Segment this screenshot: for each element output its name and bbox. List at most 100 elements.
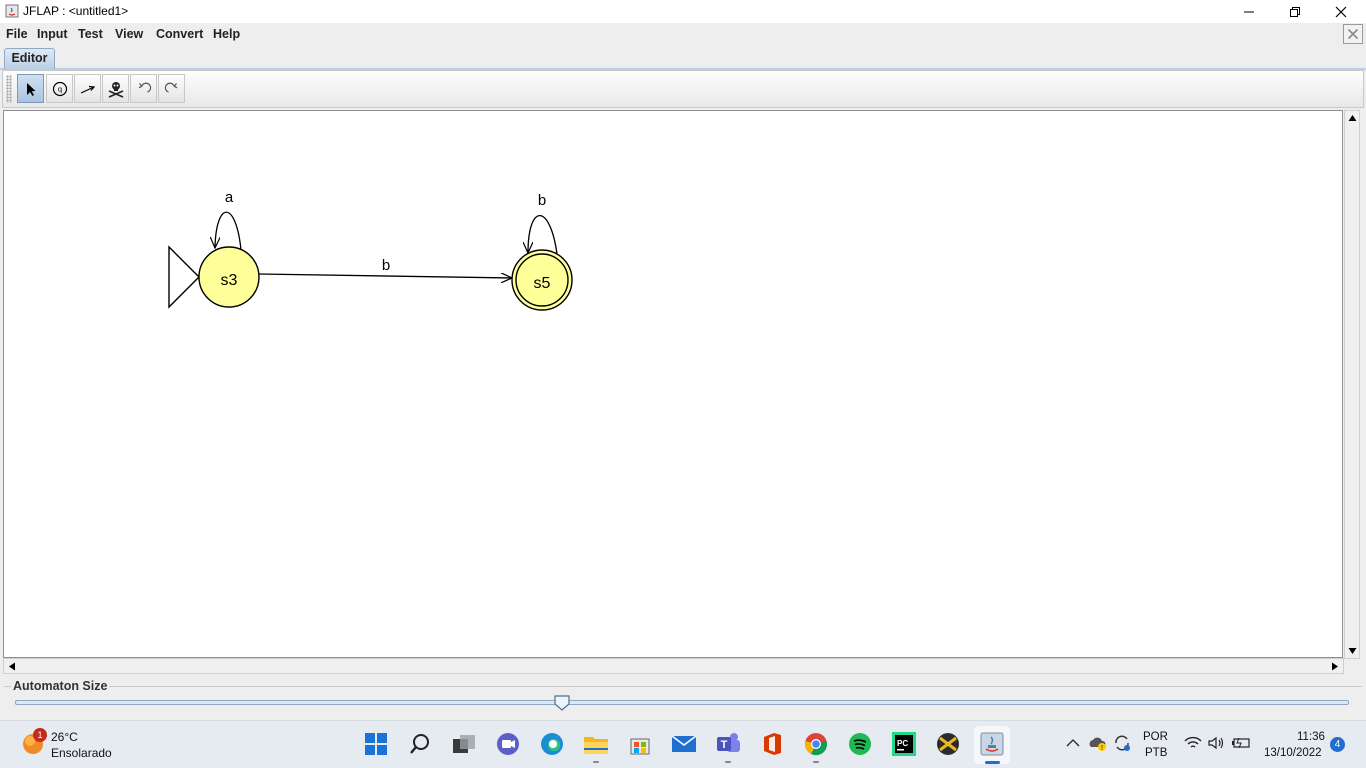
volume-icon[interactable] bbox=[1207, 736, 1225, 750]
state-s5[interactable]: s5 bbox=[511, 249, 573, 311]
spotify-icon bbox=[849, 733, 871, 755]
game-icon bbox=[937, 733, 959, 755]
svg-text:!: ! bbox=[1101, 745, 1103, 752]
edge-icon bbox=[541, 733, 563, 755]
state-s3[interactable]: s3 bbox=[198, 246, 260, 308]
minimize-icon bbox=[1244, 11, 1254, 12]
scroll-down-icon[interactable] bbox=[1348, 647, 1357, 655]
store-button[interactable] bbox=[627, 731, 653, 757]
automaton-size-label: Automaton Size bbox=[11, 679, 110, 693]
game-button[interactable] bbox=[935, 731, 961, 757]
task-view-icon bbox=[453, 735, 475, 753]
menu-file[interactable]: File bbox=[6, 27, 28, 41]
automaton-size-slider[interactable] bbox=[15, 700, 1349, 705]
weather-desc[interactable]: Ensolarado bbox=[51, 746, 112, 760]
keyboard-layout[interactable]: PTB bbox=[1145, 747, 1167, 759]
start-button[interactable] bbox=[363, 731, 389, 757]
chrome-button[interactable] bbox=[803, 731, 829, 757]
redo-icon bbox=[164, 82, 177, 93]
weather-badge: 1 bbox=[33, 728, 47, 742]
vertical-scrollbar[interactable] bbox=[1344, 110, 1360, 659]
state-creator-tool[interactable]: q bbox=[46, 74, 73, 103]
pycharm-icon: PC bbox=[892, 732, 916, 756]
onedrive-warning-icon[interactable]: ! bbox=[1088, 734, 1108, 752]
running-indicator bbox=[813, 761, 819, 763]
menu-input[interactable]: Input bbox=[37, 27, 68, 41]
skull-crossbones-icon bbox=[108, 81, 123, 98]
java-icon bbox=[980, 732, 1004, 756]
menu-help[interactable]: Help bbox=[213, 27, 240, 41]
svg-text:q: q bbox=[57, 85, 61, 93]
chevron-up-icon[interactable] bbox=[1066, 737, 1080, 749]
mail-button[interactable] bbox=[671, 731, 697, 757]
deleter-tool[interactable] bbox=[102, 74, 129, 103]
active-app-indicator bbox=[985, 761, 1000, 764]
search-button[interactable] bbox=[407, 731, 433, 757]
state-circle-icon: q bbox=[52, 81, 67, 96]
running-indicator bbox=[593, 761, 599, 763]
wifi-icon[interactable] bbox=[1184, 736, 1202, 750]
svg-text:T: T bbox=[721, 739, 728, 751]
redo-tool[interactable] bbox=[158, 74, 185, 103]
teams-icon: T bbox=[717, 733, 740, 752]
transition-label-a: a bbox=[225, 189, 234, 206]
office-button[interactable] bbox=[759, 731, 785, 757]
office-icon bbox=[764, 733, 781, 755]
store-icon bbox=[630, 738, 650, 755]
toolbar-grip[interactable] bbox=[6, 75, 12, 103]
clock-time[interactable]: 11:36 bbox=[1297, 731, 1325, 743]
edge-button[interactable] bbox=[539, 731, 565, 757]
clock-date[interactable]: 13/10/2022 bbox=[1264, 747, 1322, 759]
file-explorer-button[interactable] bbox=[583, 731, 609, 757]
start-icon bbox=[365, 733, 387, 755]
teams-button[interactable]: T bbox=[715, 731, 741, 757]
slider-thumb[interactable] bbox=[554, 695, 570, 711]
transition-label-b-loop: b bbox=[538, 192, 546, 209]
java-button[interactable] bbox=[979, 731, 1005, 757]
transition-s5-s5[interactable]: b bbox=[528, 192, 558, 255]
restore-button[interactable] bbox=[1272, 0, 1318, 23]
menu-test[interactable]: Test bbox=[78, 27, 103, 41]
notification-badge[interactable]: 4 bbox=[1330, 737, 1345, 752]
file-explorer-icon bbox=[584, 737, 608, 754]
horizontal-scrollbar[interactable] bbox=[3, 658, 1344, 674]
state-label-s5: s5 bbox=[534, 275, 551, 292]
search-icon bbox=[410, 734, 429, 754]
transition-s3-s5[interactable]: b bbox=[258, 257, 512, 278]
automaton-canvas[interactable]: a b b s3 s5 bbox=[4, 111, 1342, 657]
chrome-icon bbox=[805, 733, 827, 756]
language-code[interactable]: POR bbox=[1143, 731, 1168, 743]
transition-creator-tool[interactable] bbox=[74, 74, 101, 103]
toolbar bbox=[2, 70, 1364, 108]
spotify-button[interactable] bbox=[847, 731, 873, 757]
undo-icon bbox=[138, 82, 151, 93]
minimize-button[interactable] bbox=[1226, 0, 1272, 23]
initial-state-marker bbox=[168, 245, 200, 309]
attribute-editor-tool[interactable] bbox=[17, 74, 44, 103]
meet-button[interactable] bbox=[495, 731, 521, 757]
transition-s3-s3[interactable]: a bbox=[215, 189, 242, 251]
pycharm-button[interactable]: PC bbox=[891, 731, 917, 757]
close-window-button[interactable] bbox=[1318, 0, 1364, 23]
weather-temp[interactable]: 26°C bbox=[51, 730, 78, 744]
svg-text:PC: PC bbox=[897, 739, 908, 748]
scroll-left-icon[interactable] bbox=[8, 662, 16, 671]
mail-icon bbox=[671, 735, 697, 752]
scroll-up-icon[interactable] bbox=[1348, 114, 1357, 122]
transition-arrow-icon bbox=[80, 85, 95, 94]
tab-editor[interactable]: Editor bbox=[4, 48, 55, 69]
task-view-button[interactable] bbox=[451, 731, 477, 757]
undo-tool[interactable] bbox=[130, 74, 157, 103]
menu-view[interactable]: View bbox=[115, 27, 143, 41]
scroll-right-icon[interactable] bbox=[1331, 662, 1339, 671]
title-bar: JFLAP : <untitled1> bbox=[0, 0, 1366, 23]
arrow-pointer-icon bbox=[26, 82, 35, 96]
meet-icon bbox=[497, 733, 519, 755]
menu-convert[interactable]: Convert bbox=[156, 27, 203, 41]
battery-icon[interactable] bbox=[1231, 737, 1251, 749]
restore-icon bbox=[1290, 6, 1300, 17]
java-app-icon bbox=[5, 4, 19, 18]
sync-icon[interactable] bbox=[1112, 734, 1132, 752]
close-editor-button[interactable] bbox=[1343, 24, 1363, 44]
window-title: JFLAP : <untitled1> bbox=[23, 4, 129, 18]
